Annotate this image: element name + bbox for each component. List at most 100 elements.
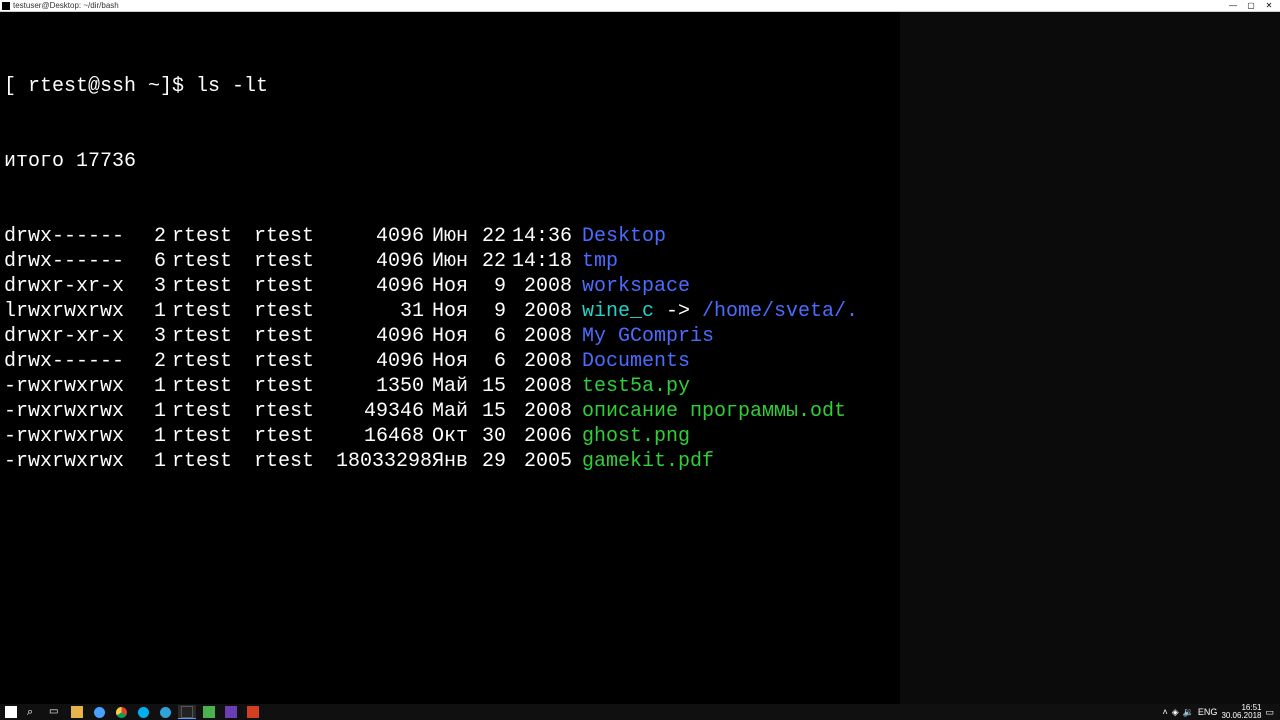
- ls-row: lrwxrwxrwx1rtestrtest31Ноя92008wine_c ->…: [4, 299, 896, 324]
- ls-size: 4096: [336, 349, 432, 374]
- ls-owner: rtest: [172, 374, 254, 399]
- ls-day: 30: [480, 424, 512, 449]
- ls-name: Desktop: [582, 224, 896, 249]
- ls-month: Май: [432, 399, 480, 424]
- ls-day: 6: [480, 324, 512, 349]
- ls-group: rtest: [254, 449, 336, 474]
- window-titlebar: testuser@Desktop: ~/dir/bash — ▢ ✕: [0, 0, 1280, 12]
- ls-day: 22: [480, 224, 512, 249]
- ls-row: drwxr-xr-x3rtestrtest4096Ноя62008My GCom…: [4, 324, 896, 349]
- ls-group: rtest: [254, 324, 336, 349]
- ls-day: 29: [480, 449, 512, 474]
- app-green[interactable]: [200, 705, 218, 719]
- ls-month: Июн: [432, 249, 480, 274]
- action-center-icon[interactable]: ▭: [1265, 707, 1274, 718]
- app-green-icon: [203, 706, 215, 718]
- ls-time: 2008: [512, 299, 582, 324]
- ls-filename: gamekit.pdf: [582, 450, 714, 473]
- ls-name: gamekit.pdf: [582, 449, 896, 474]
- ls-size: 4096: [336, 224, 432, 249]
- ls-perm: lrwxrwxrwx: [4, 299, 146, 324]
- ls-links: 3: [146, 324, 172, 349]
- app-red-icon: [247, 706, 259, 718]
- task-view-button-icon: [49, 706, 61, 718]
- chrome-browser[interactable]: [112, 705, 130, 719]
- ls-time: 2008: [512, 349, 582, 374]
- ls-name: wine_c -> /home/sveta/.: [582, 299, 896, 324]
- ls-owner: rtest: [172, 249, 254, 274]
- ls-month: Окт: [432, 424, 480, 449]
- edge-browser[interactable]: [90, 705, 108, 719]
- tray-volume-icon[interactable]: 🔉: [1183, 707, 1194, 718]
- ls-group: rtest: [254, 299, 336, 324]
- ls-row: drwx------6rtestrtest4096Июн2214:18tmp: [4, 249, 896, 274]
- ls-owner: rtest: [172, 324, 254, 349]
- ls-perm: -rwxrwxrwx: [4, 449, 146, 474]
- window-minimize-button[interactable]: —: [1224, 1, 1242, 10]
- shell-command: ls -lt: [196, 75, 268, 98]
- ls-group: rtest: [254, 349, 336, 374]
- window-close-button[interactable]: ✕: [1260, 1, 1278, 10]
- ls-group: rtest: [254, 374, 336, 399]
- ls-name: описание программы.odt: [582, 399, 896, 424]
- ls-row: drwx------2rtestrtest4096Ноя62008Documen…: [4, 349, 896, 374]
- ls-owner: rtest: [172, 424, 254, 449]
- desktop-background: [900, 12, 1280, 704]
- ls-time: 14:36: [512, 224, 582, 249]
- app-purple[interactable]: [222, 705, 240, 719]
- prompt-line: [ rtest@ssh ~]$ ls -lt: [4, 74, 896, 99]
- ls-owner: rtest: [172, 449, 254, 474]
- ls-day: 15: [480, 399, 512, 424]
- tray-network-icon[interactable]: ◈: [1172, 707, 1179, 718]
- ls-rows: drwx------2rtestrtest4096Июн2214:36Deskt…: [4, 224, 896, 474]
- search-button-icon: [27, 706, 39, 718]
- window-maximize-button[interactable]: ▢: [1242, 1, 1260, 10]
- ls-size: 16468: [336, 424, 432, 449]
- terminal-output[interactable]: [ rtest@ssh ~]$ ls -lt итого 17736 drwx-…: [0, 12, 900, 704]
- ls-owner: rtest: [172, 349, 254, 374]
- ls-perm: -rwxrwxrwx: [4, 374, 146, 399]
- ls-filename: Documents: [582, 350, 690, 373]
- ls-name: tmp: [582, 249, 896, 274]
- ls-time: 2008: [512, 324, 582, 349]
- ls-perm: -rwxrwxrwx: [4, 424, 146, 449]
- window-title: testuser@Desktop: ~/dir/bash: [13, 1, 119, 10]
- ls-filename: Desktop: [582, 225, 666, 248]
- ls-name: My GCompris: [582, 324, 896, 349]
- ls-links: 1: [146, 449, 172, 474]
- ls-links: 6: [146, 249, 172, 274]
- task-view-button[interactable]: [46, 705, 64, 719]
- ls-row: -rwxrwxrwx1rtestrtest1350Май152008test5a…: [4, 374, 896, 399]
- ls-perm: drwx------: [4, 249, 146, 274]
- ls-time: 2005: [512, 449, 582, 474]
- ls-symlink-target: /home/sveta/.: [702, 300, 858, 323]
- telegram[interactable]: [156, 705, 174, 719]
- file-explorer-icon: [71, 706, 83, 718]
- telegram-icon: [160, 707, 171, 718]
- ls-size: 31: [336, 299, 432, 324]
- system-tray[interactable]: ˄ ◈ 🔉 ENG 16:51 30.06.2018 ▭: [1163, 704, 1278, 720]
- skype[interactable]: [134, 705, 152, 719]
- ls-symlink-arrow: ->: [654, 300, 702, 323]
- file-explorer[interactable]: [68, 705, 86, 719]
- start-button[interactable]: [2, 705, 20, 719]
- ls-name: workspace: [582, 274, 896, 299]
- ls-day: 15: [480, 374, 512, 399]
- tray-language-indicator[interactable]: ENG: [1198, 707, 1218, 717]
- ls-time: 2008: [512, 274, 582, 299]
- ls-perm: drwxr-xr-x: [4, 324, 146, 349]
- taskbar-clock[interactable]: 16:51 30.06.2018: [1221, 704, 1261, 720]
- tray-chevron-up-icon[interactable]: ˄: [1163, 707, 1168, 717]
- ls-month: Ноя: [432, 349, 480, 374]
- ls-month: Май: [432, 374, 480, 399]
- ls-name: ghost.png: [582, 424, 896, 449]
- search-button[interactable]: [24, 705, 42, 719]
- ls-size: 4096: [336, 324, 432, 349]
- app-red[interactable]: [244, 705, 262, 719]
- ls-row: drwxr-xr-x3rtestrtest4096Ноя92008workspa…: [4, 274, 896, 299]
- ls-size: 18033298: [336, 449, 432, 474]
- ls-group: rtest: [254, 224, 336, 249]
- ls-owner: rtest: [172, 299, 254, 324]
- ls-links: 3: [146, 274, 172, 299]
- terminal[interactable]: [178, 705, 196, 719]
